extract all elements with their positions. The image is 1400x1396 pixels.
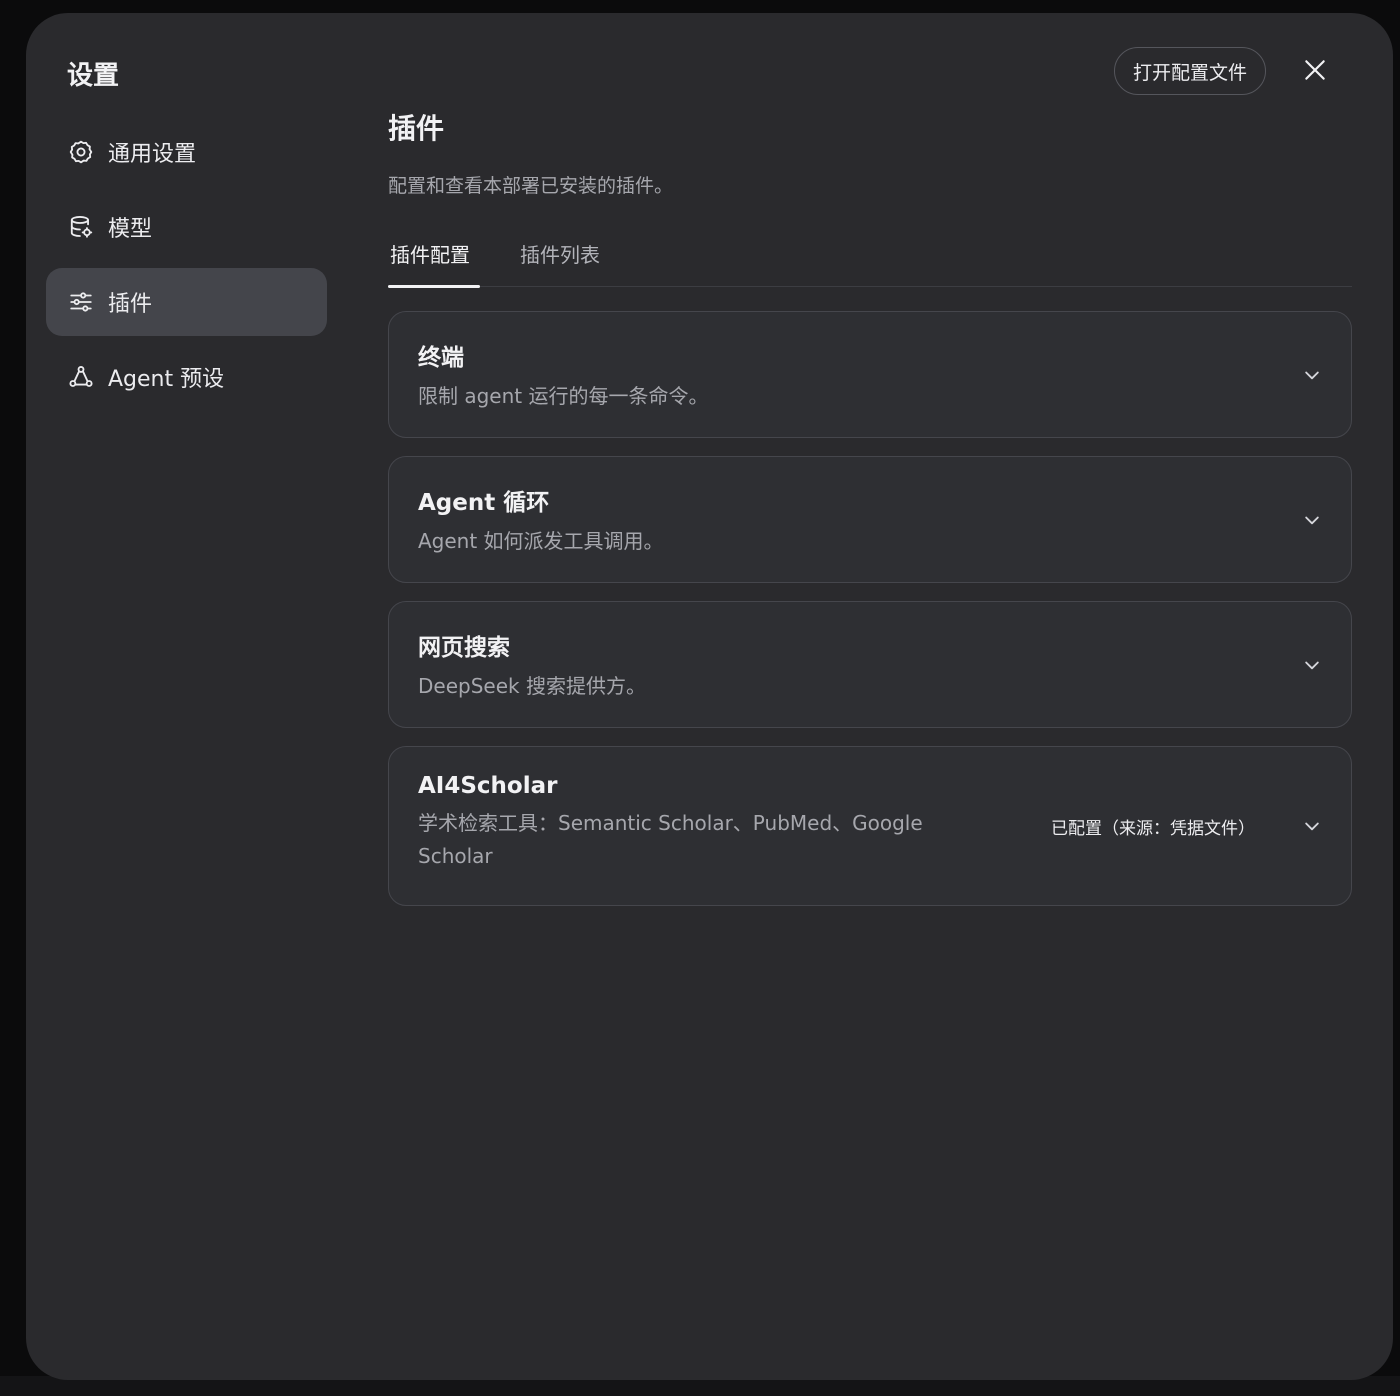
chevron-down-icon[interactable] (1301, 815, 1323, 837)
sidebar-item-general[interactable]: 通用设置 (46, 118, 327, 186)
open-config-file-button[interactable]: 打开配置文件 (1113, 47, 1266, 95)
gear-icon (67, 138, 95, 166)
settings-dialog: 设置 通用设置 模型 插件 Agent 预设 打开配置文件 插件 配置和查看本部… (26, 13, 1393, 1380)
plugin-title: 网页搜索 (418, 635, 510, 661)
tab-plugin-config[interactable]: 插件配置 (390, 239, 470, 268)
settings-main: 打开配置文件 插件 配置和查看本部署已安装的插件。 插件配置 插件列表 终端 限… (388, 13, 1352, 1380)
page-description: 配置和查看本部署已安装的插件。 (388, 175, 674, 197)
chevron-down-icon[interactable] (1301, 364, 1323, 386)
sidebar-item-agent-presets[interactable]: Agent 预设 (46, 343, 327, 411)
database-icon (67, 213, 95, 241)
tab-label: 插件列表 (520, 243, 600, 267)
agent-icon (67, 363, 95, 391)
plugin-card-terminal[interactable]: 终端 限制 agent 运行的每一条命令。 (388, 311, 1352, 438)
sidebar-item-plugins[interactable]: 插件 (46, 268, 327, 336)
sidebar-item-label: 通用设置 (108, 142, 197, 167)
plugin-description: 限制 agent 运行的每一条命令。 (418, 384, 709, 408)
plugin-card-ai4scholar[interactable]: AI4Scholar 学术检索工具：Semantic Scholar、PubMe… (388, 746, 1352, 906)
tab-plugin-list[interactable]: 插件列表 (520, 239, 600, 268)
sidebar-item-label: 插件 (108, 292, 153, 317)
sidebar-item-label: Agent 预设 (108, 367, 225, 392)
settings-title: 设置 (67, 61, 120, 91)
tab-label: 插件配置 (390, 243, 470, 267)
tab-bar: 插件配置 插件列表 (388, 235, 1352, 288)
sidebar-item-models[interactable]: 模型 (46, 193, 327, 261)
plugin-card-web-search[interactable]: 网页搜索 DeepSeek 搜索提供方。 (388, 601, 1352, 728)
chevron-down-icon[interactable] (1301, 654, 1323, 676)
active-tab-indicator (388, 285, 480, 288)
page-title: 插件 (388, 112, 445, 145)
status-badge: 已配置（来源：凭据文件） (1051, 819, 1255, 839)
plugin-list: 终端 限制 agent 运行的每一条命令。 Agent 循环 Agent 如何派… (388, 311, 1352, 924)
close-icon (1305, 60, 1325, 80)
plugin-description: DeepSeek 搜索提供方。 (418, 674, 646, 698)
close-button[interactable] (1298, 53, 1332, 87)
plugin-title: 终端 (418, 345, 464, 371)
sidebar-item-label: 模型 (108, 217, 153, 242)
plugin-title: AI4Scholar (418, 773, 558, 799)
plugin-title: Agent 循环 (418, 490, 550, 516)
plugin-description-line: Scholar (418, 844, 493, 868)
sliders-icon (67, 288, 95, 316)
chevron-down-icon[interactable] (1301, 509, 1323, 531)
plugin-description: Agent 如何派发工具调用。 (418, 529, 664, 553)
settings-sidebar: 设置 通用设置 模型 插件 Agent 预设 (26, 13, 346, 1380)
plugin-card-agent-loop[interactable]: Agent 循环 Agent 如何派发工具调用。 (388, 456, 1352, 583)
settings-nav: 通用设置 模型 插件 Agent 预设 (46, 118, 327, 418)
